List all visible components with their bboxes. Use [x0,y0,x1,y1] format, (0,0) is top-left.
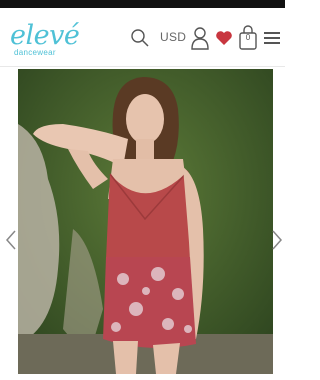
chevron-left-icon[interactable] [4,228,18,252]
header-divider [0,66,285,67]
search-icon[interactable] [128,26,152,50]
user-icon[interactable] [189,25,211,51]
shopping-bag-icon[interactable]: 0 [237,24,259,52]
cart-count: 0 [245,33,251,42]
menu-icon[interactable] [262,28,282,48]
site-header: elevé dancewear USD 0 [0,8,285,66]
chevron-right-icon[interactable] [270,228,284,252]
currency-selector[interactable]: USD [160,30,186,44]
heart-icon[interactable] [214,28,234,48]
top-bar [0,0,285,8]
logo-tagline: dancewear [14,48,56,57]
brand-logo[interactable]: elevé dancewear [10,18,82,64]
product-image [18,69,273,374]
